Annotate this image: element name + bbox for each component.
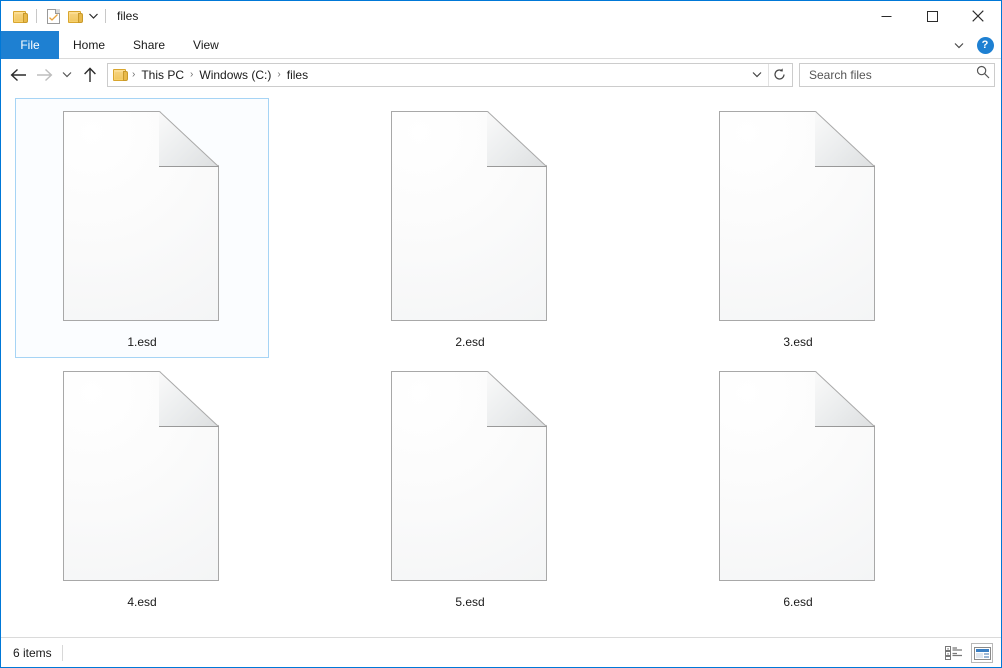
tab-view[interactable]: View xyxy=(179,31,233,59)
file-explorer-window: files File Home Share View ? › This PC ›… xyxy=(0,0,1002,668)
folded-corner-icon xyxy=(487,371,547,427)
up-button[interactable] xyxy=(77,62,103,88)
file-name: 4.esd xyxy=(127,595,157,609)
folder-icon[interactable] xyxy=(9,5,31,27)
breadcrumb-item-this-pc[interactable]: This PC xyxy=(137,68,188,82)
folded-corner-icon xyxy=(159,111,219,167)
details-view-icon[interactable] xyxy=(943,643,965,663)
file-item[interactable]: 4.esd xyxy=(15,358,269,618)
recent-locations-button[interactable] xyxy=(57,62,77,88)
file-item[interactable]: 6.esd xyxy=(671,358,925,618)
breadcrumb-item-windows-c[interactable]: Windows (C:) xyxy=(195,68,275,82)
forward-button[interactable] xyxy=(31,62,57,88)
file-name: 1.esd xyxy=(127,335,157,349)
breadcrumb-separator[interactable]: › xyxy=(188,69,195,80)
quick-access-toolbar: files xyxy=(1,1,138,31)
file-name: 2.esd xyxy=(455,335,485,349)
folded-corner-icon xyxy=(159,371,219,427)
file-icon-wrapper xyxy=(719,111,877,323)
file-name: 3.esd xyxy=(783,335,813,349)
chevron-down-icon[interactable] xyxy=(86,5,100,27)
file-item[interactable]: 1.esd xyxy=(15,98,269,358)
close-button[interactable] xyxy=(955,1,1001,31)
search-box[interactable] xyxy=(799,62,995,87)
refresh-icon[interactable] xyxy=(768,63,790,86)
breadcrumb-separator[interactable]: › xyxy=(130,69,137,80)
properties-glyph xyxy=(46,8,60,24)
breadcrumb-folder-glyph xyxy=(113,68,128,81)
icon-grid: 1.esd 2.esd 3.esd 4.esd 5.esd 6.esd xyxy=(15,98,993,618)
address-bar: › This PC › Windows (C:) › files xyxy=(1,59,1001,90)
breadcrumb-item-files[interactable]: files xyxy=(283,68,312,82)
help-glyph: ? xyxy=(976,36,994,54)
breadcrumb-path: › This PC › Windows (C:) › files xyxy=(113,68,746,82)
chevron-down-icon[interactable] xyxy=(746,64,768,86)
view-buttons xyxy=(943,638,993,667)
new-folder-icon[interactable] xyxy=(64,5,86,27)
toolbar-divider-2 xyxy=(105,9,106,23)
status-bar: 6 items xyxy=(1,637,1001,667)
ribbon-controls: ? xyxy=(947,31,997,59)
large-icons-view-icon[interactable] xyxy=(971,643,993,663)
breadcrumb-separator[interactable]: › xyxy=(275,69,282,80)
file-name: 5.esd xyxy=(455,595,485,609)
folder-icon[interactable] xyxy=(113,68,128,81)
file-icon-wrapper xyxy=(63,111,221,323)
toolbar-divider xyxy=(36,9,37,23)
file-list-view[interactable]: 1.esd 2.esd 3.esd 4.esd 5.esd 6.esd xyxy=(1,90,1001,637)
maximize-button[interactable] xyxy=(909,1,955,31)
tab-share[interactable]: Share xyxy=(119,31,179,59)
file-icon-wrapper xyxy=(391,371,549,583)
item-count: 6 items xyxy=(13,645,52,660)
properties-icon[interactable] xyxy=(42,5,64,27)
document-icon xyxy=(63,371,219,581)
file-icon-wrapper xyxy=(391,111,549,323)
breadcrumb[interactable]: › This PC › Windows (C:) › files xyxy=(107,62,793,87)
file-icon-wrapper xyxy=(63,371,221,583)
chevron-down-icon[interactable] xyxy=(947,33,971,57)
file-item[interactable]: 2.esd xyxy=(343,98,597,358)
document-icon xyxy=(391,111,547,321)
document-icon xyxy=(719,371,875,581)
folder-glyph xyxy=(12,10,28,23)
help-icon[interactable]: ? xyxy=(973,33,997,57)
folded-corner-icon xyxy=(815,371,875,427)
tab-home[interactable]: Home xyxy=(59,31,119,59)
search-input[interactable] xyxy=(807,66,976,83)
file-icon-wrapper xyxy=(719,371,877,583)
check-glyph xyxy=(48,13,58,21)
file-item[interactable]: 3.esd xyxy=(671,98,925,358)
file-name: 6.esd xyxy=(783,595,813,609)
new-folder-glyph xyxy=(67,10,83,23)
folded-corner-icon xyxy=(815,111,875,167)
status-divider xyxy=(61,644,63,661)
document-icon xyxy=(391,371,547,581)
minimize-button[interactable] xyxy=(863,1,909,31)
window-title: files xyxy=(117,9,139,23)
back-button[interactable] xyxy=(5,62,31,88)
file-item[interactable]: 5.esd xyxy=(343,358,597,618)
document-icon xyxy=(63,111,219,321)
folded-corner-icon xyxy=(487,111,547,167)
caption-buttons xyxy=(863,1,1001,31)
document-icon xyxy=(719,111,875,321)
title-bar: files xyxy=(1,1,1001,31)
tab-file[interactable]: File xyxy=(1,31,59,59)
search-icon[interactable] xyxy=(976,65,990,84)
ribbon-tab-bar: File Home Share View ? xyxy=(1,31,1001,59)
